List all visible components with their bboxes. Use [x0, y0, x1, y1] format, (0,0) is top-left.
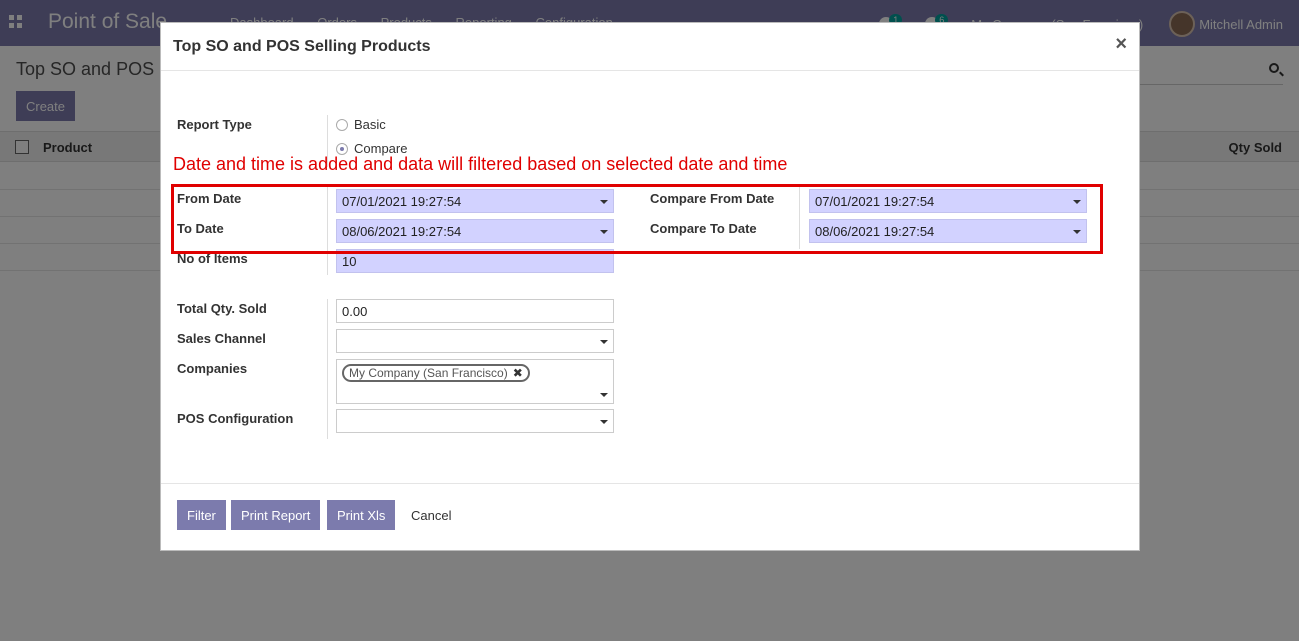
- companies-field[interactable]: My Company (San Francisco) ✖: [336, 359, 614, 404]
- no-of-items-value: 10: [342, 254, 357, 269]
- company-tag-label: My Company (San Francisco): [349, 366, 508, 380]
- annotation-highlight-box: [171, 184, 1103, 254]
- print-xls-button[interactable]: Print Xls: [327, 500, 396, 530]
- pos-configuration-label: POS Configuration: [177, 411, 294, 426]
- report-wizard-dialog: Top SO and POS Selling Products × Report…: [160, 22, 1140, 551]
- report-type-label: Report Type: [177, 117, 252, 132]
- modal-header: Top SO and POS Selling Products ×: [161, 23, 1139, 71]
- radio-basic[interactable]: [336, 118, 348, 131]
- remove-tag-icon[interactable]: ✖: [513, 366, 523, 380]
- chevron-down-icon[interactable]: [600, 393, 608, 397]
- pos-configuration-select[interactable]: [336, 409, 614, 433]
- companies-label: Companies: [177, 361, 248, 376]
- modal-title: Top SO and POS Selling Products: [173, 38, 431, 55]
- chevron-down-icon[interactable]: [600, 420, 608, 424]
- print-report-button[interactable]: Print Report: [231, 500, 321, 530]
- company-tag: My Company (San Francisco) ✖: [342, 364, 530, 382]
- annotation-text: Date and time is added and data will fil…: [173, 154, 788, 174]
- radio-compare[interactable]: [336, 142, 348, 155]
- report-type-basic[interactable]: Basic: [336, 117, 386, 132]
- total-qty-sold-value: 0.00: [342, 304, 368, 319]
- label-separator: [327, 299, 328, 439]
- cancel-button[interactable]: Cancel: [411, 508, 451, 523]
- total-qty-sold-label: Total Qty. Sold: [177, 301, 267, 316]
- modal-footer: Filter Print Report Print Xls Cancel: [161, 483, 1139, 551]
- close-icon[interactable]: ×: [1115, 34, 1127, 54]
- radio-basic-label: Basic: [354, 117, 386, 132]
- total-qty-sold-field[interactable]: 0.00: [336, 299, 614, 323]
- sales-channel-label: Sales Channel: [177, 331, 266, 346]
- sales-channel-select[interactable]: [336, 329, 614, 353]
- filter-button[interactable]: Filter: [177, 500, 226, 530]
- chevron-down-icon[interactable]: [600, 340, 608, 344]
